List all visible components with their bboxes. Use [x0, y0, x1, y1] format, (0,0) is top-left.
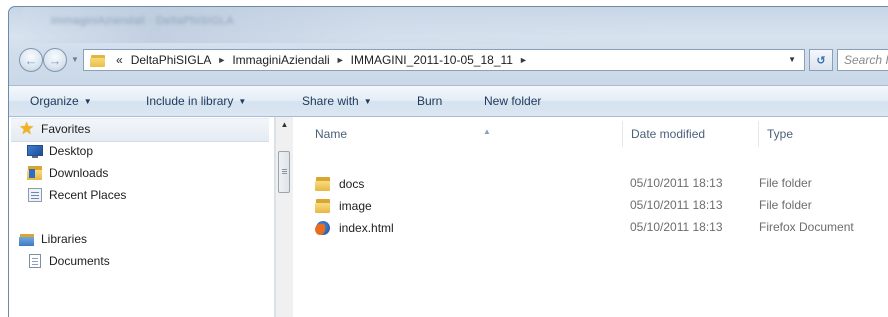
firefox-document-icon — [315, 220, 331, 236]
breadcrumb-overflow[interactable]: « — [112, 53, 127, 67]
window-title: ImmaginiAziendali · DeltaPhiSIGLA — [51, 15, 234, 27]
documents-icon — [27, 253, 43, 269]
chevron-down-icon: ▼ — [363, 97, 372, 106]
command-bar: Organize ▼ Include in library ▼ Share with… — [9, 85, 888, 117]
libraries-icon — [19, 231, 35, 247]
sort-ascending-icon: ▲ — [483, 127, 491, 136]
file-type: Firefox Document — [759, 220, 854, 234]
search-input[interactable]: Search IM — [837, 49, 888, 71]
navigation-pane: ★ Favorites Desktop Downloads Recent Pla… — [9, 117, 275, 317]
date-modified: 05/10/2011 18:13 — [630, 198, 723, 212]
refresh-button[interactable]: ↺ — [809, 49, 833, 71]
refresh-icon: ↺ — [816, 54, 826, 67]
file-name: docs — [339, 177, 365, 191]
chevron-down-icon: ▼ — [83, 97, 92, 106]
chevron-right-icon[interactable]: ► — [215, 55, 228, 65]
nav-item-favorites[interactable]: ★ Favorites — [19, 119, 90, 139]
column-header-date-modified[interactable]: Date modified — [627, 121, 759, 147]
nav-pane-scrollbar[interactable]: ▲ — [275, 117, 293, 317]
forward-button[interactable]: → — [43, 48, 67, 72]
file-name: index.html — [339, 221, 394, 235]
downloads-icon — [27, 165, 43, 181]
address-history-dropdown[interactable]: ▼ — [788, 55, 796, 64]
scroll-up-button[interactable]: ▲ — [276, 117, 293, 133]
nav-item-recent-places[interactable]: Recent Places — [27, 185, 126, 205]
breadcrumb: « DeltaPhiSIGLA ► ImmaginiAziendali ► IM… — [112, 53, 530, 67]
arrow-right-icon: → — [48, 52, 62, 68]
chevron-down-icon: ▼ — [238, 97, 247, 106]
breadcrumb-item[interactable]: ImmaginiAziendali — [228, 53, 333, 67]
navigation-bar: ← → ▼ « DeltaPhiSIGLA ► ImmaginiAziendal… — [9, 45, 888, 77]
file-list: Name ▲ Date modified Type docs 05/10/201… — [293, 117, 888, 317]
chevron-right-icon[interactable]: ► — [334, 55, 347, 65]
nav-item-desktop[interactable]: Desktop — [27, 141, 93, 161]
folder-icon — [315, 198, 331, 214]
table-row[interactable]: index.html 05/10/2011 18:13 Firefox Docu… — [315, 217, 888, 239]
date-modified: 05/10/2011 18:13 — [630, 220, 723, 234]
include-in-library-button[interactable]: Include in library ▼ — [146, 94, 246, 108]
burn-button[interactable]: Burn — [417, 94, 442, 108]
recent-places-icon — [27, 187, 43, 203]
explorer-window: ImmaginiAziendali · DeltaPhiSIGLA ← → ▼ … — [8, 6, 888, 317]
star-icon: ★ — [19, 119, 35, 138]
file-name: image — [339, 199, 372, 213]
title-bar: ImmaginiAziendali · DeltaPhiSIGLA — [23, 7, 683, 43]
desktop-icon — [27, 143, 43, 159]
nav-item-downloads[interactable]: Downloads — [27, 163, 108, 183]
arrow-left-icon: ← — [24, 52, 38, 68]
date-modified: 05/10/2011 18:13 — [630, 176, 723, 190]
recent-pages-dropdown[interactable]: ▼ — [70, 55, 80, 65]
breadcrumb-item[interactable]: IMMAGINI_2011-10-05_18_11 — [347, 53, 517, 67]
table-row[interactable]: image 05/10/2011 18:13 File folder — [315, 195, 888, 217]
back-button[interactable]: ← — [19, 48, 43, 72]
chevron-right-icon[interactable]: ► — [517, 55, 530, 65]
scroll-thumb[interactable] — [278, 151, 290, 193]
column-header-name[interactable]: Name ▲ — [311, 121, 623, 147]
column-header-type[interactable]: Type — [763, 121, 888, 147]
address-bar[interactable]: « DeltaPhiSIGLA ► ImmaginiAziendali ► IM… — [83, 49, 805, 71]
new-folder-button[interactable]: New folder — [484, 94, 541, 108]
content-area: ★ Favorites Desktop Downloads Recent Pla… — [9, 117, 888, 317]
folder-icon — [315, 176, 331, 192]
file-type: File folder — [759, 176, 812, 190]
file-type: File folder — [759, 198, 812, 212]
table-row[interactable]: docs 05/10/2011 18:13 File folder — [315, 173, 888, 195]
nav-item-libraries[interactable]: Libraries — [19, 229, 87, 249]
nav-item-documents[interactable]: Documents — [27, 251, 110, 271]
organize-button[interactable]: Organize ▼ — [30, 94, 92, 108]
share-with-button[interactable]: Share with ▼ — [302, 94, 372, 108]
breadcrumb-item[interactable]: DeltaPhiSIGLA — [127, 53, 216, 67]
folder-icon — [90, 53, 106, 67]
